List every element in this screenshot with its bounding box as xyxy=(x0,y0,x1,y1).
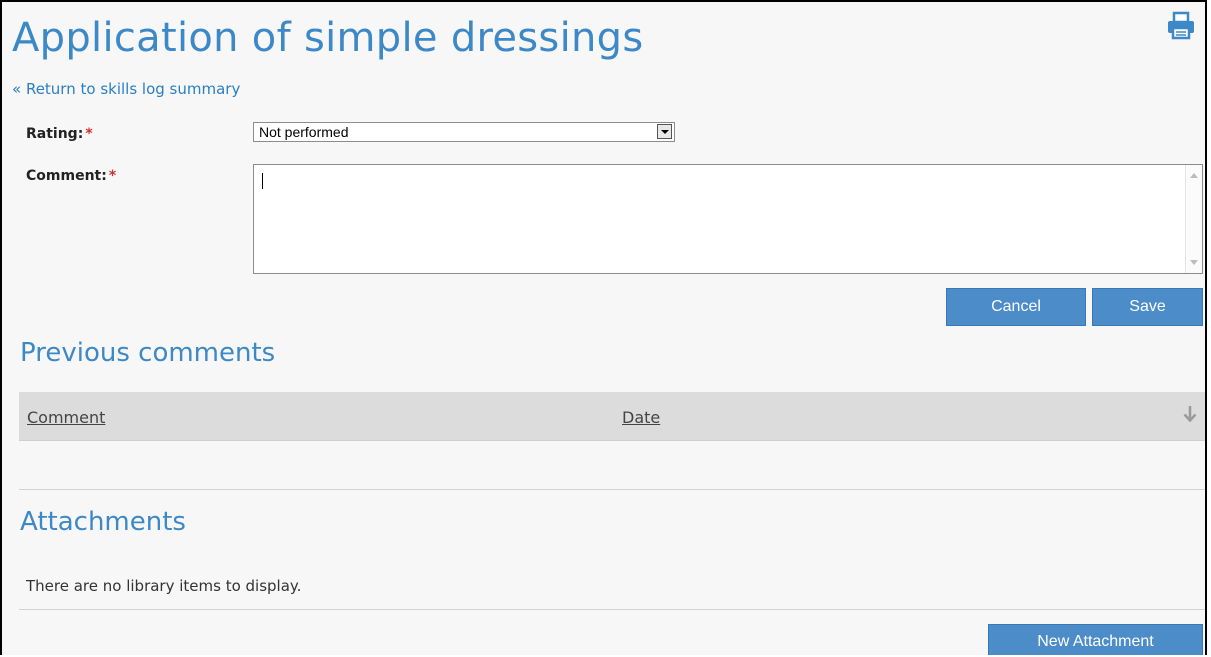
comment-label: Comment: * xyxy=(26,168,116,184)
chevron-down-icon[interactable] xyxy=(657,124,672,139)
rating-select[interactable]: Not performed xyxy=(253,122,675,142)
rating-selected-value: Not performed xyxy=(259,124,349,140)
column-header-date[interactable]: Date xyxy=(622,408,660,427)
required-marker: * xyxy=(108,168,117,184)
text-caret xyxy=(262,173,263,189)
scroll-down-icon[interactable] xyxy=(1190,260,1198,265)
page-frame: Application of simple dressings « Return… xyxy=(0,0,1207,655)
comments-table-header: Comment Date xyxy=(19,392,1205,441)
attachments-heading: Attachments xyxy=(20,507,186,537)
section-divider xyxy=(19,489,1205,490)
rating-label: Rating: * xyxy=(26,126,93,142)
scroll-up-icon[interactable] xyxy=(1190,173,1198,178)
comment-label-text: Comment: xyxy=(26,168,107,184)
page-title: Application of simple dressings xyxy=(12,15,644,61)
printer-icon[interactable] xyxy=(1165,10,1197,42)
new-attachment-button[interactable]: New Attachment xyxy=(988,624,1203,655)
arrow-down-icon[interactable] xyxy=(1183,405,1197,423)
attachments-divider xyxy=(19,609,1205,610)
save-button[interactable]: Save xyxy=(1092,288,1203,326)
cancel-button[interactable]: Cancel xyxy=(946,288,1086,326)
rating-label-text: Rating: xyxy=(26,126,84,142)
required-marker: * xyxy=(85,126,93,142)
textarea-scrollbar[interactable] xyxy=(1185,165,1202,273)
comment-textarea[interactable] xyxy=(253,164,1203,274)
previous-comments-heading: Previous comments xyxy=(20,338,276,368)
empty-attachments-message: There are no library items to display. xyxy=(26,577,302,595)
return-to-summary-link[interactable]: « Return to skills log summary xyxy=(12,80,240,98)
column-header-comment[interactable]: Comment xyxy=(27,408,105,427)
